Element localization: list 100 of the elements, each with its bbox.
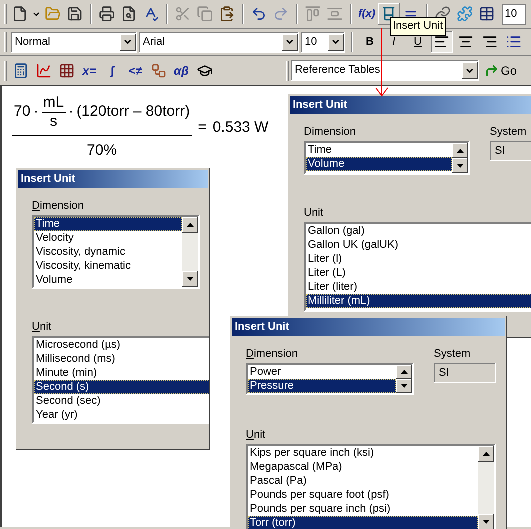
list-item[interactable]: Volume xyxy=(34,273,182,287)
align-left-icon xyxy=(434,34,450,50)
list-item[interactable]: Liter (liter) xyxy=(306,280,531,294)
redo-icon xyxy=(273,6,289,22)
up-arrow-icon xyxy=(186,223,194,227)
toolbar-button[interactable]: αβ xyxy=(170,60,193,82)
scroll-down-button[interactable] xyxy=(182,271,198,287)
unit-label: Unit xyxy=(246,428,267,443)
matrix-icon xyxy=(58,62,74,78)
formula-text: 0.533 W xyxy=(212,118,269,138)
down-arrow-icon xyxy=(456,164,464,168)
list-item[interactable]: Liter (l) xyxy=(306,252,531,266)
formula-text: s xyxy=(50,113,58,131)
list-item[interactable]: Pounds per square foot (psf) xyxy=(248,488,478,502)
list-item[interactable]: Gallon (gal) xyxy=(306,224,531,238)
dialog-title: Insert Unit xyxy=(21,172,76,187)
table-icon xyxy=(479,6,495,22)
up-arrow-icon xyxy=(482,452,490,456)
print-preview-icon xyxy=(121,6,137,22)
scroll-bar[interactable] xyxy=(182,217,198,287)
dialog-title: Insert Unit xyxy=(235,320,290,335)
beaker-icon xyxy=(381,6,397,22)
scroll-up-button[interactable] xyxy=(396,365,412,379)
align-top-icon xyxy=(305,6,321,22)
list-item[interactable]: Year (yr) xyxy=(34,408,209,422)
scroll-down-button[interactable] xyxy=(452,158,468,173)
list-item[interactable]: Minute (min) xyxy=(34,366,209,380)
scroll-bar[interactable] xyxy=(452,143,468,173)
cut-icon xyxy=(175,6,191,22)
flowchart-icon xyxy=(150,62,166,78)
new-document-icon xyxy=(12,6,28,22)
dimension-label: Dimension xyxy=(32,199,85,214)
dialog-title: Insert Unit xyxy=(293,98,348,113)
list-item[interactable]: Velocity xyxy=(34,231,182,245)
scroll-down-button[interactable] xyxy=(396,379,412,393)
system-label: System xyxy=(490,125,528,140)
list-item[interactable]: Megapascal (MPa) xyxy=(248,460,478,474)
graduation-cap-icon xyxy=(196,62,212,78)
reference-tables-dropdown[interactable]: Reference Tables xyxy=(291,60,479,81)
up-arrow-icon xyxy=(400,370,408,374)
list-item[interactable]: Liter (L) xyxy=(306,266,531,280)
scroll-up-button[interactable] xyxy=(182,217,198,233)
toolbar-button[interactable]: f(x) xyxy=(356,3,378,25)
list-item[interactable]: Kips per square inch (ksi) xyxy=(248,446,478,460)
list-item[interactable]: Viscosity, kinematic xyxy=(34,259,182,273)
zoom-field[interactable]: 10 xyxy=(502,4,526,24)
toolbar-button[interactable]: B xyxy=(359,31,381,53)
printer-icon xyxy=(99,6,115,22)
scroll-up-button[interactable] xyxy=(452,143,468,158)
caret-icon xyxy=(331,37,341,47)
list-item[interactable]: Viscosity, dynamic xyxy=(34,245,182,259)
list-item[interactable]: Milliliter (mL) xyxy=(306,294,531,308)
puzzle-icon xyxy=(457,6,473,22)
caret-icon xyxy=(285,37,295,47)
list-item[interactable]: Pounds per square inch (psi) xyxy=(248,502,478,516)
list-item[interactable]: Gallon UK (galUK) xyxy=(306,238,531,252)
scroll-bar[interactable] xyxy=(396,365,412,393)
formula-text: · xyxy=(34,102,39,122)
style-dropdown[interactable]: Normal xyxy=(11,32,137,52)
system-label: System xyxy=(434,347,472,362)
list-item[interactable]: Pressure xyxy=(248,379,396,393)
toolbar-button[interactable]: ∫ xyxy=(101,60,124,82)
go-button[interactable]: Go xyxy=(483,60,520,82)
formula-text: (120torr – 80torr) xyxy=(76,102,190,122)
calculator-icon xyxy=(12,62,28,78)
bulleted-list-icon xyxy=(506,34,522,50)
formula-text: · xyxy=(68,102,74,122)
list-item[interactable]: Millisecond (ms) xyxy=(34,352,209,366)
go-arrow-icon xyxy=(485,64,499,78)
scroll-bar[interactable] xyxy=(478,446,494,529)
list-item[interactable]: Power xyxy=(248,365,396,379)
list-item[interactable]: Torr (torr) xyxy=(248,516,478,529)
paste-icon xyxy=(219,6,235,22)
list-item[interactable]: Second (s) xyxy=(34,380,209,394)
dimension-label: Dimension xyxy=(304,125,357,140)
list-item[interactable]: Time xyxy=(34,217,182,231)
align-middle-icon xyxy=(327,6,343,22)
copy-icon xyxy=(197,6,213,22)
list-item[interactable]: Second (sec) xyxy=(34,394,209,408)
scroll-down-button[interactable] xyxy=(478,514,494,529)
down-arrow-icon xyxy=(482,520,490,524)
font-size-dropdown[interactable]: 10 xyxy=(301,32,345,52)
list-item[interactable]: Volume xyxy=(306,157,452,171)
tooltip: Insert Unit xyxy=(390,17,446,36)
toolbar-button[interactable]: x= xyxy=(78,60,101,82)
scroll-up-button[interactable] xyxy=(478,446,494,462)
align-center-icon xyxy=(458,34,474,50)
list-item[interactable]: Pascal (Pa) xyxy=(248,474,478,488)
toolbar-button[interactable]: <≠ xyxy=(124,60,147,82)
system-field: SI xyxy=(434,363,496,383)
unit-label: Unit xyxy=(304,206,325,221)
down-arrow-icon xyxy=(186,277,194,281)
system-field: SI xyxy=(490,141,531,161)
font-dropdown[interactable]: Arial xyxy=(139,32,299,52)
list-item[interactable]: Time xyxy=(306,143,452,157)
undo-icon xyxy=(251,6,267,22)
formula-text: mL xyxy=(43,94,64,112)
graph-icon xyxy=(36,62,52,78)
list-item[interactable]: Microsecond (µs) xyxy=(34,338,209,352)
up-arrow-icon xyxy=(456,148,464,152)
